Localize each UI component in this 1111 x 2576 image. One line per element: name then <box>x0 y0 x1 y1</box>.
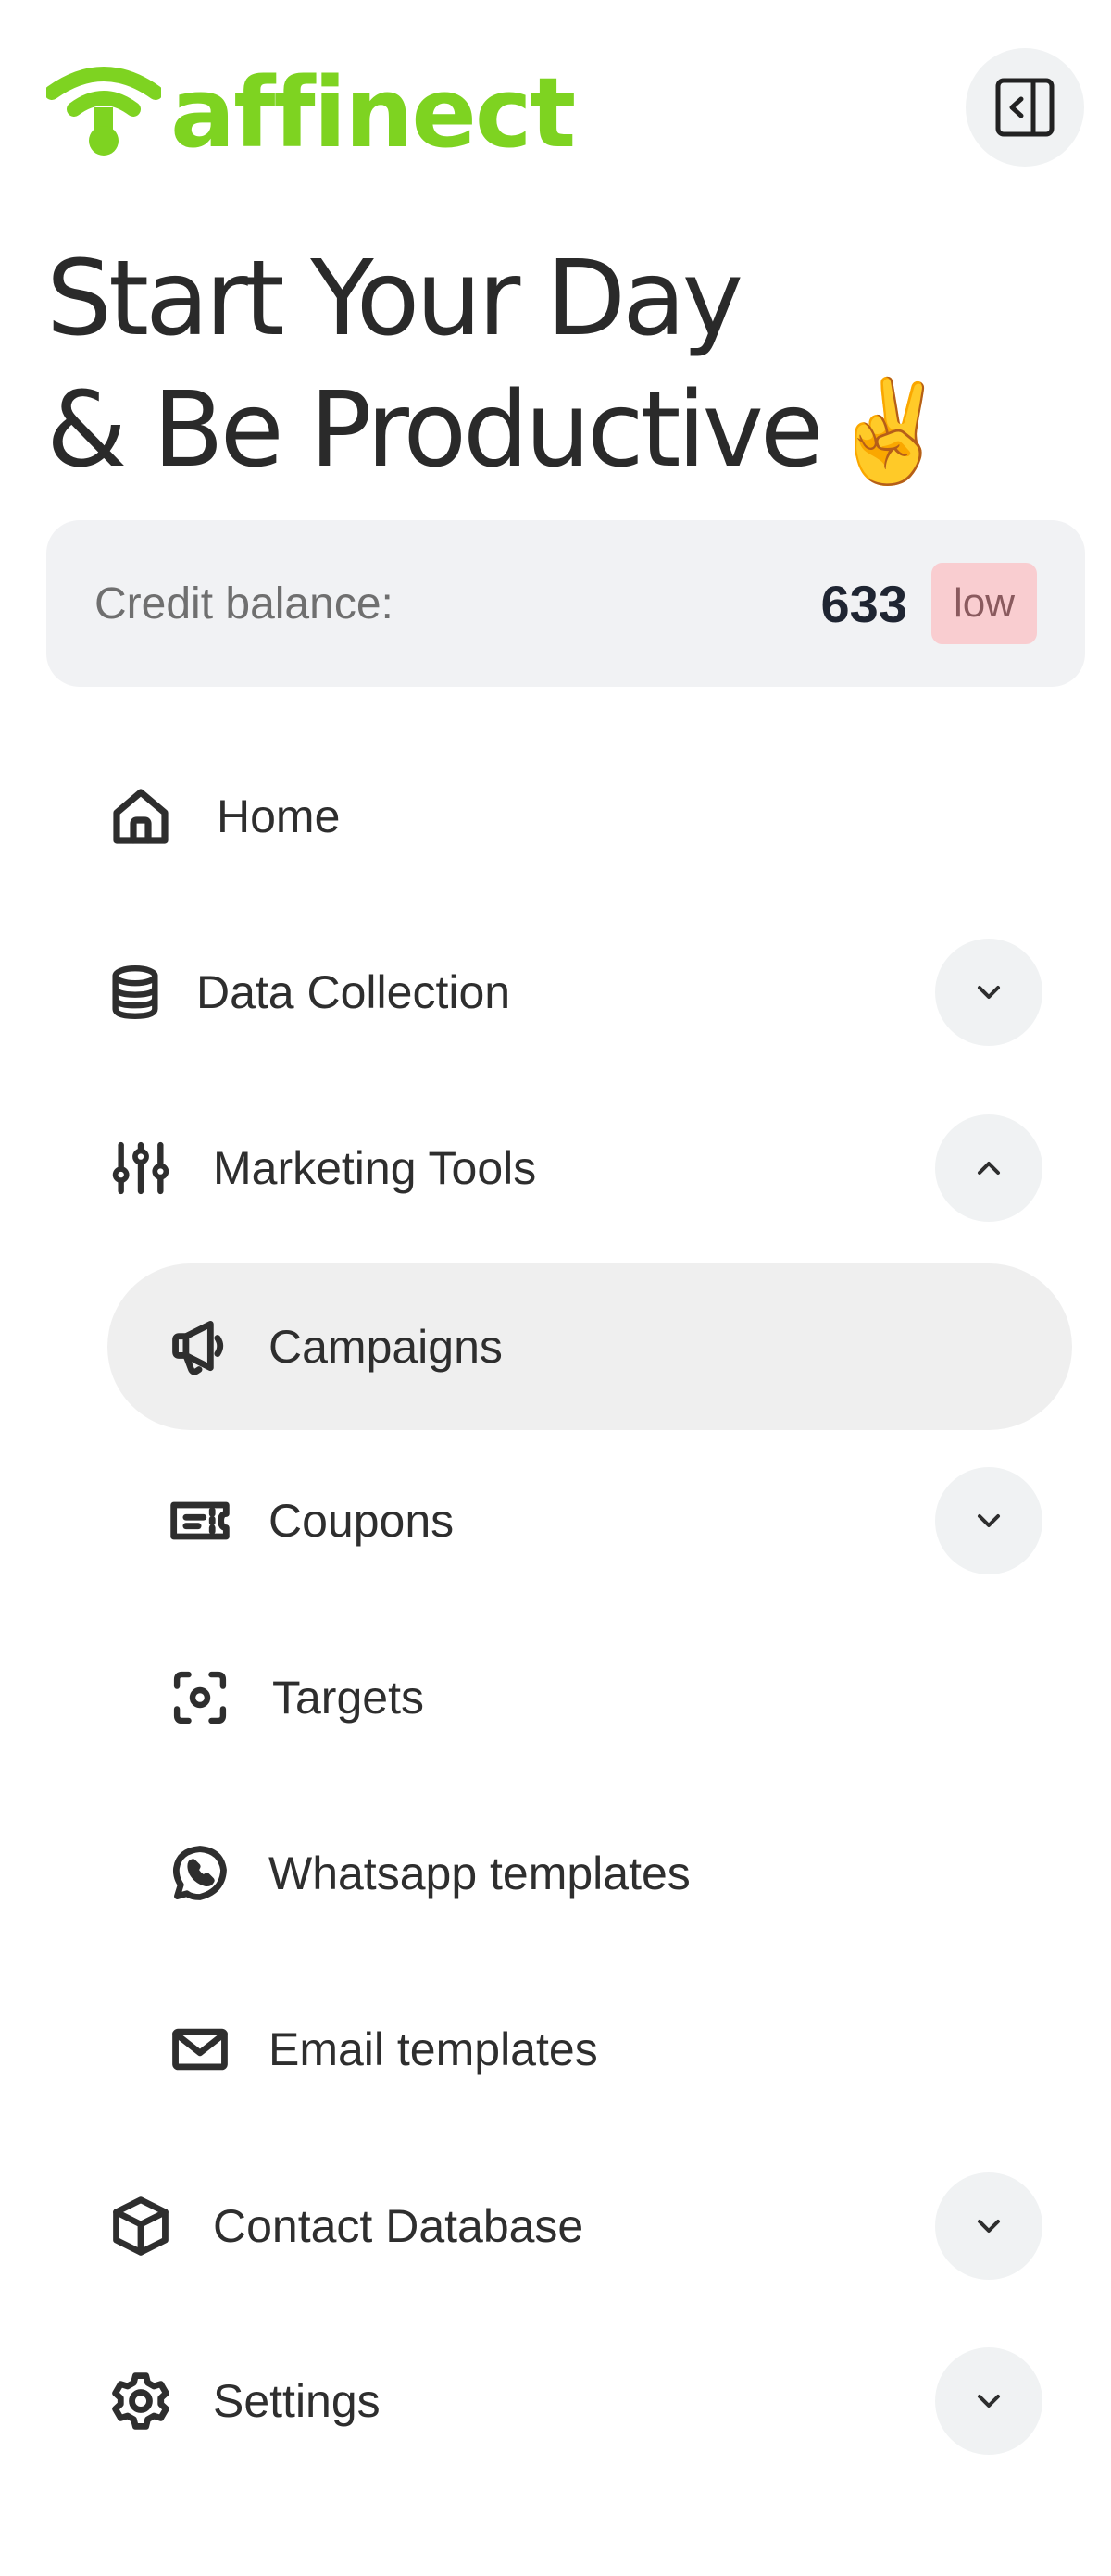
nav-item-settings-label: Settings <box>213 2375 381 2427</box>
nav-item-contact-database-label: Contact Database <box>213 2200 584 2252</box>
chevron-down-icon <box>978 2220 1000 2233</box>
credit-balance-value: 633 <box>820 574 907 633</box>
nav-item-data-collection[interactable]: Data Collection <box>102 909 510 1076</box>
headline-line-2-text: & Be Productive <box>46 370 824 491</box>
sidebar: affinect Start Your Day & Be Productive✌… <box>0 0 1111 2576</box>
credit-balance-label: Credit balance: <box>94 579 393 628</box>
settings-expand-button[interactable] <box>935 2347 1042 2455</box>
brand-logo[interactable]: affinect <box>46 54 576 169</box>
nav-item-campaigns-label: Campaigns <box>268 1321 503 1373</box>
page-headline: Start Your Day & Be Productive✌️ <box>46 233 952 498</box>
credit-low-badge: low <box>930 563 1037 644</box>
nav-item-data-collection-label: Data Collection <box>196 966 511 1018</box>
nav-item-home[interactable]: Home <box>107 733 340 900</box>
nav-item-email-templates[interactable]: Email templates <box>167 1966 598 2133</box>
nav-item-coupons[interactable]: Coupons <box>167 1437 454 1604</box>
coupons-expand-button[interactable] <box>935 1467 1042 1574</box>
nav-item-email-templates-label: Email templates <box>268 2023 598 2075</box>
gear-icon <box>107 2368 174 2434</box>
nav-item-contact-database[interactable]: Contact Database <box>107 2143 583 2309</box>
data-collection-expand-button[interactable] <box>935 939 1042 1046</box>
chevron-down-icon <box>978 1514 1000 1527</box>
target-icon <box>167 1664 233 1731</box>
cube-icon <box>107 2193 174 2259</box>
headline-line-1: Start Your Day <box>46 239 743 359</box>
collapse-sidebar-button[interactable] <box>966 48 1084 167</box>
marketing-tools-collapse-button[interactable] <box>935 1114 1042 1222</box>
home-icon <box>107 783 174 850</box>
brand-name: affinect <box>170 56 576 169</box>
database-icon <box>102 959 169 1026</box>
chevron-down-icon <box>978 986 1000 999</box>
nav-item-marketing-tools[interactable]: Marketing Tools <box>107 1085 536 1251</box>
nav-item-whatsapp-templates-label: Whatsapp templates <box>268 1848 691 1899</box>
nav-item-targets-label: Targets <box>272 1672 424 1724</box>
headline-line-2: & Be Productive✌️ <box>46 365 952 498</box>
contact-database-expand-button[interactable] <box>935 2172 1042 2280</box>
megaphone-icon <box>167 1313 233 1380</box>
chevron-down-icon <box>978 2395 1000 2408</box>
whatsapp-icon <box>167 1840 233 1907</box>
sidebar-collapse-icon <box>995 78 1055 137</box>
nav-item-home-label: Home <box>217 790 341 842</box>
mail-icon <box>167 2016 233 2083</box>
nav-item-whatsapp-templates[interactable]: Whatsapp templates <box>167 1790 691 1957</box>
ticket-icon <box>167 1487 233 1554</box>
victory-hand-emoji: ✌️ <box>827 374 953 490</box>
sliders-icon <box>107 1135 174 1201</box>
nav-item-marketing-tools-label: Marketing Tools <box>213 1142 537 1194</box>
wifi-logo-icon <box>46 67 161 156</box>
chevron-up-icon <box>978 1162 1000 1175</box>
nav-item-settings[interactable]: Settings <box>107 2318 381 2484</box>
nav-item-campaigns[interactable]: Campaigns <box>167 1263 503 1430</box>
nav-item-targets[interactable]: Targets <box>167 1614 424 1781</box>
nav-item-coupons-label: Coupons <box>268 1495 455 1547</box>
credit-balance-card: Credit balance: 633 low <box>46 520 1085 687</box>
